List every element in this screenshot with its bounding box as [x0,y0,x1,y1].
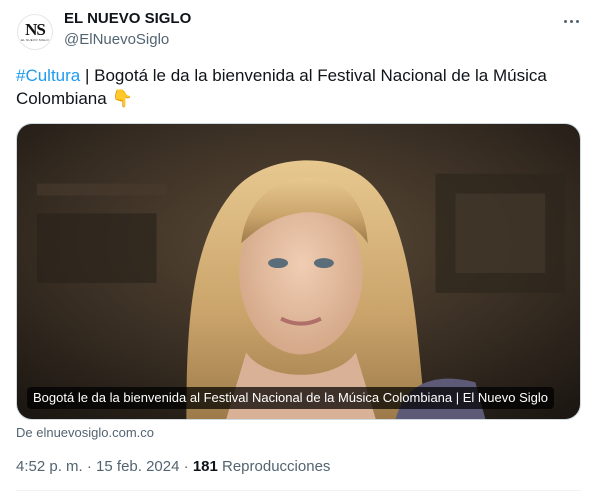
pointing-down-emoji-icon: 👇 [111,89,133,108]
tweet-separator: | [80,66,95,85]
avatar-monogram: NS [25,20,46,39]
display-name[interactable]: EL NUEVO SIGLO [64,10,191,27]
meta-dot: · [82,458,97,475]
tweet-date[interactable]: 15 feb. 2024 [96,458,179,475]
tweet: NS EL NUEVO SIGLO EL NUEVO SIGLO @ElNuev… [0,0,597,498]
views-count: 181 [192,458,218,475]
link-card[interactable]: Bogotá le da la bienvenida al Festival N… [16,123,581,420]
avatar[interactable]: NS EL NUEVO SIGLO [17,14,53,50]
views-label: Reproducciones [217,458,331,475]
tweet-time[interactable]: 4:52 p. m. [16,458,83,475]
tweet-meta: 4:52 p. m. · 15 feb. 2024 · 181 Reproduc… [16,458,330,475]
account-handle[interactable]: @ElNuevoSiglo [64,31,169,48]
card-image [17,124,580,419]
meta-dot: · [179,458,193,475]
more-horizontal-icon[interactable] [559,11,583,31]
card-title: Bogotá le da la bienvenida al Festival N… [27,387,555,409]
avatar-subtext: EL NUEVO SIGLO [21,38,49,42]
tweet-text: #Cultura | Bogotá le da la bienvenida al… [16,64,576,110]
tweet-body: Bogotá le da la bienvenida al Festival N… [16,66,547,108]
divider [16,490,581,491]
card-domain[interactable]: De elnuevosiglo.com.co [16,425,154,440]
hashtag-link[interactable]: #Cultura [16,66,80,85]
